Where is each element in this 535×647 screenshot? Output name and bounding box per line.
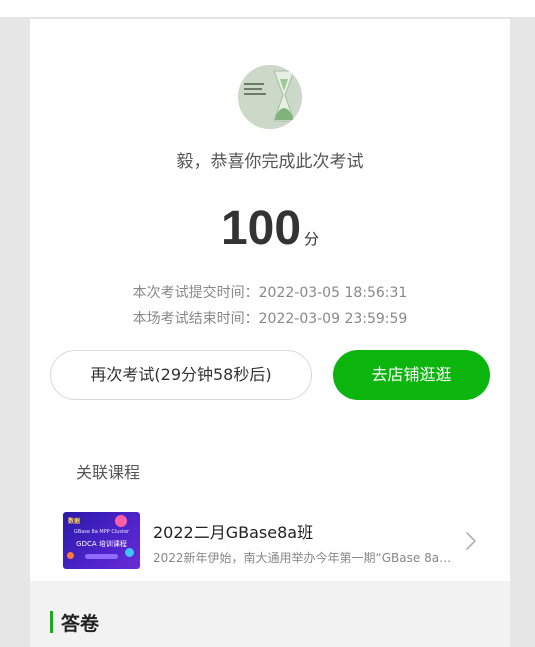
chevron-right-icon [466,532,476,550]
answers-section: 答卷 [30,581,510,647]
thumb-brand: 数据 [68,518,81,525]
answers-title: 答卷 [61,613,100,635]
thumb-title: GDCA 培训课程 [76,540,127,548]
visit-shop-button[interactable]: 去店铺逛逛 [333,350,490,400]
retake-exam-button[interactable]: 再次考试(29分钟58秒后) [50,350,312,400]
thumb-decoration [115,515,127,527]
score-display: 100 分 [30,201,510,256]
submit-time: 本次考试提交时间：2022-03-05 18:56:31 [132,285,408,301]
score-unit: 分 [304,230,320,248]
congrats-message: 毅，恭喜你完成此次考试 [176,152,364,172]
end-time: 本场考试结束时间：2022-03-09 23:59:59 [132,311,408,327]
related-courses-title: 关联课程 [76,463,141,482]
section-accent-bar [50,611,53,633]
score-value: 100 [220,202,302,255]
user-avatar [238,65,302,129]
thumb-decoration [125,548,134,557]
course-description: 2022新年伊始，南大通用举办今年第一期“GBase 8a MPP Cluste… [153,551,453,565]
top-bar [0,0,535,18]
related-course-item[interactable]: 数据 GBase 8a MPP Cluster GDCA 培训课程 2022二月… [30,503,510,581]
thumb-tag [85,554,118,559]
exam-result-card: 毅，恭喜你完成此次考试 100 分 本次考试提交时间：2022-03-05 18:… [30,19,510,647]
thumb-decoration [67,552,74,559]
course-title: 2022二月GBase8a班 [153,523,314,542]
course-thumbnail: 数据 GBase 8a MPP Cluster GDCA 培训课程 [63,512,140,569]
thumb-subtitle: GBase 8a MPP Cluster [73,529,130,535]
